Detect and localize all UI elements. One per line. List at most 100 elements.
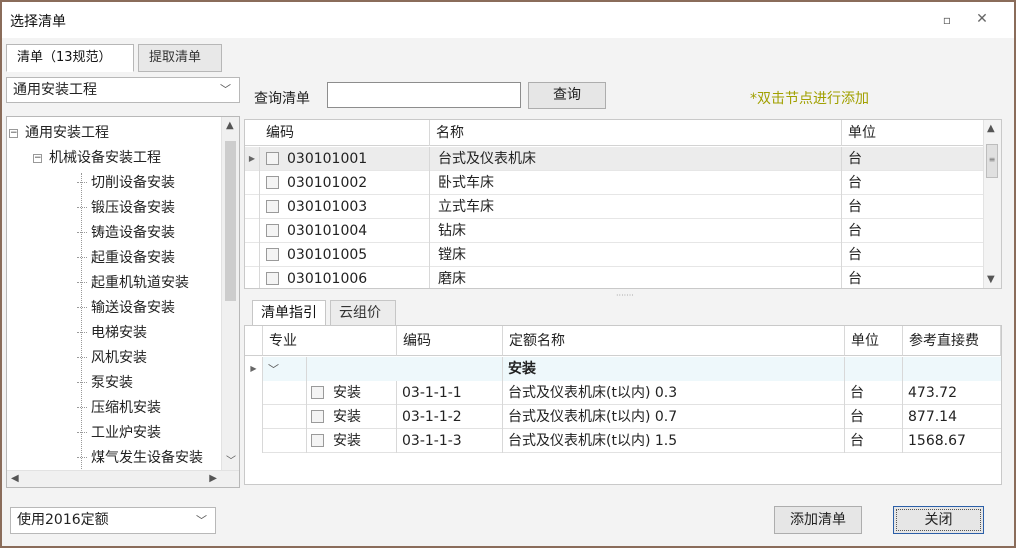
- collapse-icon[interactable]: −: [9, 129, 18, 138]
- tree-node[interactable]: 风机安装: [77, 346, 147, 370]
- list-row[interactable]: 030101002 卧式车床台: [245, 171, 985, 195]
- tree-node[interactable]: 工业炉安装: [77, 421, 161, 445]
- tree-node[interactable]: − 机械设备安装工程: [33, 146, 161, 170]
- close-button[interactable]: 关闭: [893, 506, 984, 534]
- tree-node[interactable]: 起重机轨道安装: [77, 271, 189, 295]
- tree-guide-line: [81, 173, 82, 473]
- list-row[interactable]: ▶ 030101001 台式及仪表机床台: [245, 147, 985, 171]
- quota-code: 03-1-1-3: [397, 429, 503, 453]
- collapse-icon[interactable]: −: [33, 154, 42, 163]
- add-list-button[interactable]: 添加清单: [774, 506, 862, 534]
- category-tree[interactable]: − 通用安装工程 − 机械设备安装工程 切削设备安装 锻压设备安装 铸造设备安装起重设备安装…: [6, 116, 240, 488]
- group-expander[interactable]: ﹀: [263, 357, 307, 381]
- group-row[interactable]: ▶ ﹀ 安装: [245, 357, 1001, 381]
- scroll-up-icon[interactable]: ▲: [226, 120, 234, 131]
- list-row[interactable]: 030101004 钻床台: [245, 219, 985, 243]
- row-checkbox[interactable]: [311, 386, 324, 399]
- tree-node[interactable]: 泵安装: [77, 371, 133, 395]
- scroll-up-icon[interactable]: ▲: [987, 123, 995, 134]
- hint-text: *双击节点进行添加: [750, 91, 869, 107]
- tree-node-label: 煤气发生设备安装: [91, 450, 203, 466]
- row-checkbox[interactable]: [311, 434, 324, 447]
- scroll-down-icon[interactable]: ﹀: [226, 452, 236, 467]
- row-checkbox[interactable]: [266, 248, 279, 261]
- tree-node[interactable]: 锻压设备安装: [77, 196, 175, 220]
- scroll-right-icon[interactable]: ▶: [209, 473, 217, 484]
- major-cell: 安装: [307, 381, 397, 405]
- tree-node-label: 工业炉安装: [91, 425, 161, 441]
- search-button[interactable]: 查询: [528, 82, 606, 109]
- dialog-window: 选择清单 ▫ ✕ 清单（13规范） 提取清单 通用安装工程 ﹀ − 通用安装工程 −…: [0, 0, 1016, 548]
- list-row[interactable]: 030101003 立式车床台: [245, 195, 985, 219]
- row-indicator: [245, 405, 263, 429]
- column-header-quota-name[interactable]: 定额名称: [503, 326, 845, 356]
- column-header-code[interactable]: 编码: [260, 120, 430, 146]
- spec-select[interactable]: 通用安装工程 ﹀: [6, 77, 240, 103]
- row-checkbox[interactable]: [266, 200, 279, 213]
- tree-node[interactable]: − 通用安装工程: [9, 121, 109, 145]
- scroll-down-icon[interactable]: ▼: [987, 274, 995, 285]
- major-cell: 安装: [307, 405, 397, 429]
- column-header-unit[interactable]: 单位: [842, 120, 985, 146]
- quota-version-select[interactable]: 使用2016定额 ﹀: [10, 507, 216, 534]
- list-grid-scrollbar[interactable]: ▲ ≡ ▼: [983, 120, 1001, 288]
- quota-row[interactable]: 安装 03-1-1-2 台式及仪表机床(t以内) 0.7 台 877.14: [245, 405, 1001, 429]
- tab-cloud-pricing[interactable]: 云组价: [330, 300, 396, 326]
- row-checkbox[interactable]: [266, 176, 279, 189]
- quota-row[interactable]: 安装 03-1-1-3 台式及仪表机床(t以内) 1.5 台 1568.67: [245, 429, 1001, 453]
- major-label: 安装: [333, 409, 361, 425]
- tab-list-guide[interactable]: 清单指引: [252, 300, 326, 326]
- list-name: 立式车床: [430, 195, 842, 219]
- tree-connector: [77, 382, 87, 383]
- tree-connector: [77, 457, 87, 458]
- tree-node-label: 起重设备安装: [91, 250, 175, 266]
- tree-connector: [77, 407, 87, 408]
- row-indicator: [245, 429, 263, 453]
- tree-scroll-thumb[interactable]: [225, 141, 236, 301]
- tree-node[interactable]: 压缩机安装: [77, 396, 161, 420]
- search-input[interactable]: [327, 82, 521, 108]
- column-header-major[interactable]: 专业: [263, 326, 397, 356]
- code-cell: 030101001: [260, 147, 430, 171]
- indent-cell: [263, 405, 307, 429]
- list-unit: 台: [848, 151, 862, 167]
- quota-name: 台式及仪表机床(t以内) 0.3: [503, 381, 845, 405]
- chevron-down-icon[interactable]: ﹀: [268, 363, 279, 376]
- close-icon[interactable]: ✕: [974, 12, 990, 28]
- tree-node[interactable]: 电梯安装: [77, 321, 147, 345]
- tree-horizontal-scrollbar[interactable]: ◀ ▶: [7, 470, 239, 487]
- quota-row[interactable]: 安装 03-1-1-1 台式及仪表机床(t以内) 0.3 台 473.72: [245, 381, 1001, 405]
- quota-name: 台式及仪表机床(t以内) 1.5: [503, 429, 845, 453]
- list-row[interactable]: 030101006 磨床台: [245, 267, 985, 288]
- quota-grid[interactable]: 专业 编码 定额名称 单位 参考直接费 ▶ ﹀ 安装 安装 03-1-1-1 台式及…: [244, 325, 1002, 485]
- row-checkbox[interactable]: [266, 152, 279, 165]
- column-header-quota-unit[interactable]: 单位: [845, 326, 903, 356]
- list-name: 台式及仪表机床: [430, 147, 842, 171]
- scroll-left-icon[interactable]: ◀: [11, 473, 19, 484]
- restore-icon[interactable]: ▫: [940, 14, 954, 28]
- row-checkbox[interactable]: [311, 410, 324, 423]
- row-checkbox[interactable]: [266, 224, 279, 237]
- list-grid[interactable]: 编码 名称 单位 ▶ 030101001 台式及仪表机床台 030101002 卧式车床…: [244, 119, 1002, 289]
- list-unit: 台: [848, 199, 862, 215]
- tree-vertical-scrollbar[interactable]: ▲ ﹀: [221, 117, 239, 471]
- column-header-quota-code[interactable]: 编码: [397, 326, 503, 356]
- indent-cell: [263, 381, 307, 405]
- list-grid-scroll-thumb[interactable]: ≡: [986, 144, 998, 178]
- column-header-reference-cost[interactable]: 参考直接费: [903, 326, 1001, 356]
- list-row[interactable]: 030101005 镗床台: [245, 243, 985, 267]
- tree-node[interactable]: 输送设备安装: [77, 296, 175, 320]
- tree-node[interactable]: 起重设备安装: [77, 246, 175, 270]
- quota-unit: 台: [845, 381, 903, 405]
- column-header-name[interactable]: 名称: [430, 120, 842, 146]
- reference-cost: 1568.67: [908, 433, 966, 449]
- tab-extract-list[interactable]: 提取清单: [138, 44, 222, 72]
- tree-node[interactable]: 煤气发生设备安装: [77, 446, 203, 470]
- quota-code: 03-1-1-1: [397, 381, 503, 405]
- tree-node[interactable]: 切削设备安装: [77, 171, 175, 195]
- splitter-grip[interactable]: ·······: [616, 291, 634, 300]
- tree-node[interactable]: 铸造设备安装: [77, 221, 175, 245]
- reference-cost: 473.72: [908, 385, 957, 401]
- row-checkbox[interactable]: [266, 272, 279, 285]
- tab-list-13-spec[interactable]: 清单（13规范）: [6, 44, 134, 72]
